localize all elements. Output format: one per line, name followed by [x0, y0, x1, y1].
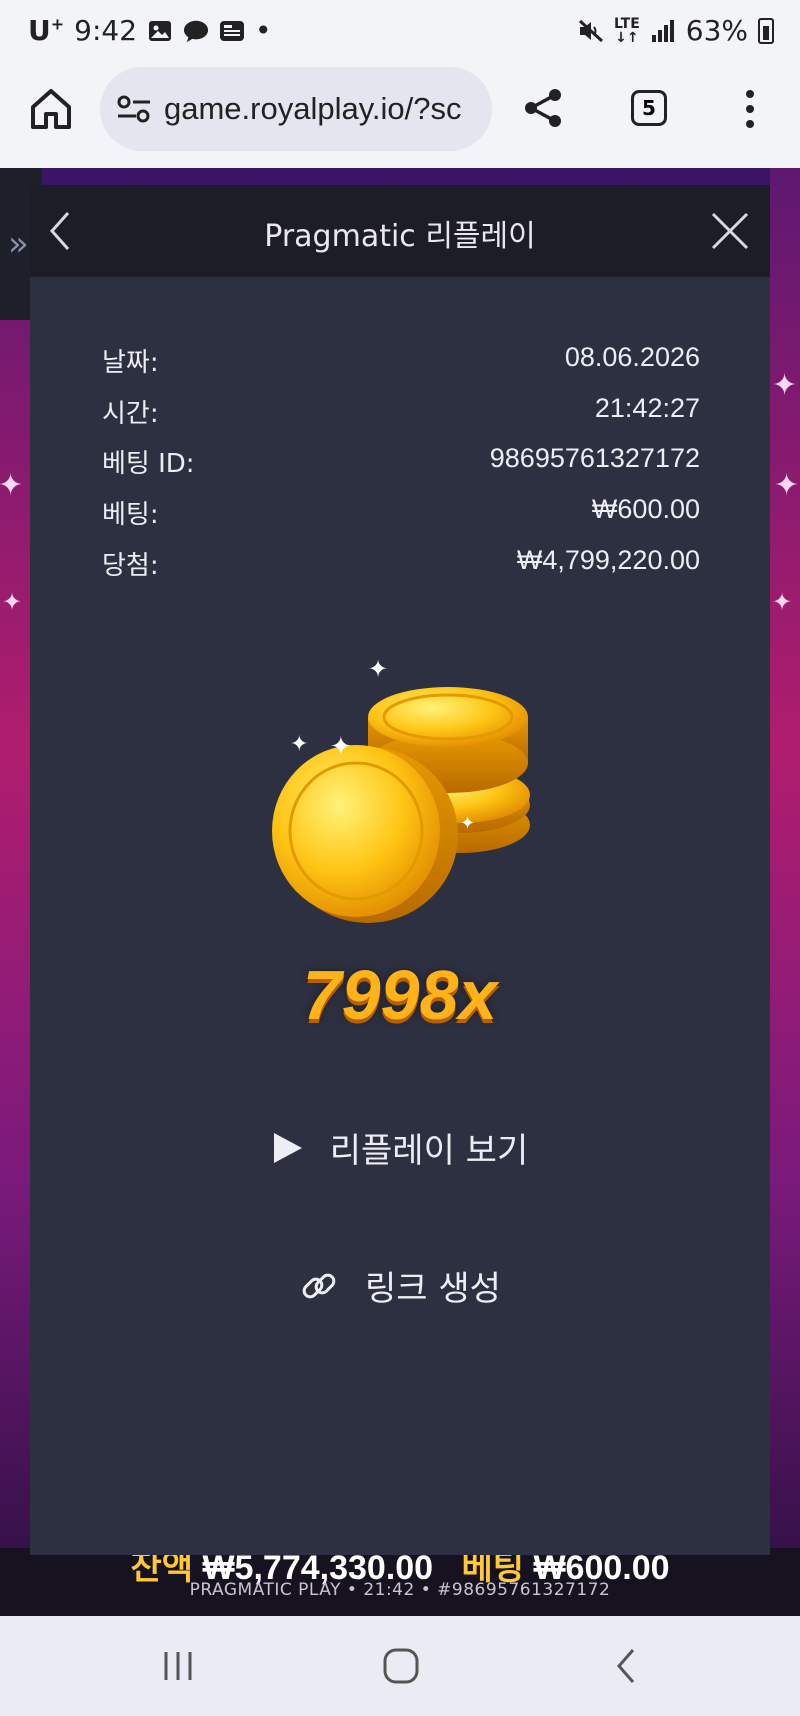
info-row-date: 날짜: 08.06.2026 [102, 342, 700, 382]
address-bar[interactable]: game.royalplay.io/?sc [100, 67, 492, 151]
play-icon [273, 1132, 302, 1163]
game-footer-info: PRAGMATIC PLAY • 21:42 • #98695761327172 [189, 1580, 611, 1600]
create-link-label: 링크 생성 [365, 1269, 501, 1309]
home-icon [31, 89, 71, 129]
game-viewport: ✦ ✦ ✦ ✦ ✦ » 잔액 ₩5,774,330.00 베팅 ₩600.00 … [0, 168, 800, 1616]
bet-amount-value: ₩600.00 [591, 494, 700, 524]
clock: 9:42 [74, 14, 138, 47]
signal-icon [650, 19, 676, 43]
view-replay-label: 리플레이 보기 [329, 1131, 529, 1171]
bet-amount-label: 베팅: [102, 500, 159, 530]
time-label: 시간: [102, 399, 159, 429]
tabs-button[interactable]: 5 [631, 90, 667, 126]
svg-text:✦: ✦ [368, 655, 388, 683]
news-icon [219, 19, 245, 43]
close-icon [711, 212, 749, 250]
game-background-left [0, 168, 30, 1616]
replay-modal: Pragmatic 리플레이 날짜: 08.06.2026 시간: 21:42:… [30, 185, 770, 1555]
status-bar: U+ 9:42 • LTE ↓↑ 63% [0, 0, 800, 62]
mute-icon [578, 19, 604, 43]
sparkle-icon: ✦ [772, 368, 798, 403]
win-multiplier: 7998x [302, 956, 498, 1034]
svg-text:✦: ✦ [330, 732, 352, 762]
sparkle-icon: ✦ [774, 468, 800, 503]
modal-title: Pragmatic 리플레이 [264, 219, 536, 254]
battery-icon [758, 17, 774, 44]
system-navigation-bar [0, 1616, 800, 1716]
time-value: 21:42:27 [594, 393, 700, 423]
network-type: LTE ↓↑ [614, 15, 640, 46]
bet-id-value: 98695761327172 [489, 443, 700, 473]
date-value: 08.06.2026 [564, 342, 700, 372]
view-replay-button[interactable]: 리플레이 보기 [30, 1123, 770, 1172]
chat-icon [183, 19, 209, 43]
carrier-label: U+ [28, 14, 65, 47]
svg-text:✦: ✦ [290, 732, 308, 757]
sparkle-icon: ✦ [0, 468, 24, 503]
notification-dot: • [255, 14, 272, 47]
home-circle-icon [383, 1648, 419, 1684]
home-nav-button[interactable] [381, 1646, 421, 1686]
share-button[interactable] [522, 86, 566, 130]
info-row-win: 당첨: ₩4,799,220.00 [102, 545, 700, 585]
date-label: 날짜: [102, 348, 159, 378]
browser-toolbar: game.royalplay.io/?sc 5 [0, 62, 800, 168]
info-row-bet-id: 베팅 ID: 98695761327172 [102, 443, 700, 483]
recent-apps-button[interactable] [158, 1646, 198, 1686]
win-value: ₩4,799,220.00 [516, 545, 700, 575]
site-settings-icon[interactable] [116, 94, 152, 124]
back-chevron-icon [617, 1649, 635, 1683]
more-menu-button[interactable] [740, 86, 760, 132]
double-chevron-icon: » [8, 224, 29, 264]
share-icon [525, 89, 561, 127]
more-vert-icon [746, 90, 754, 128]
bet-id-label: 베팅 ID: [102, 449, 195, 479]
close-button[interactable] [710, 211, 750, 251]
home-button[interactable] [28, 86, 74, 132]
info-row-time: 시간: 21:42:27 [102, 393, 700, 433]
gold-coins-icon: ✦ ✦ ✦ ✦ [272, 655, 530, 923]
svg-text:✦: ✦ [460, 813, 475, 834]
sparkle-icon: ✦ [772, 588, 793, 616]
gallery-icon [147, 19, 173, 43]
recent-apps-icon [164, 1652, 192, 1680]
info-row-bet: 베팅: ₩600.00 [102, 494, 700, 534]
back-nav-button[interactable] [607, 1646, 647, 1686]
link-icon [302, 1273, 336, 1298]
win-label: 당첨: [102, 551, 159, 581]
create-link-button[interactable]: 링크 생성 [30, 1261, 770, 1310]
modal-header: Pragmatic 리플레이 [30, 185, 770, 277]
battery-percent: 63% [685, 14, 748, 47]
sparkle-icon: ✦ [2, 588, 23, 616]
url-text[interactable]: game.royalplay.io/?sc [164, 91, 462, 127]
